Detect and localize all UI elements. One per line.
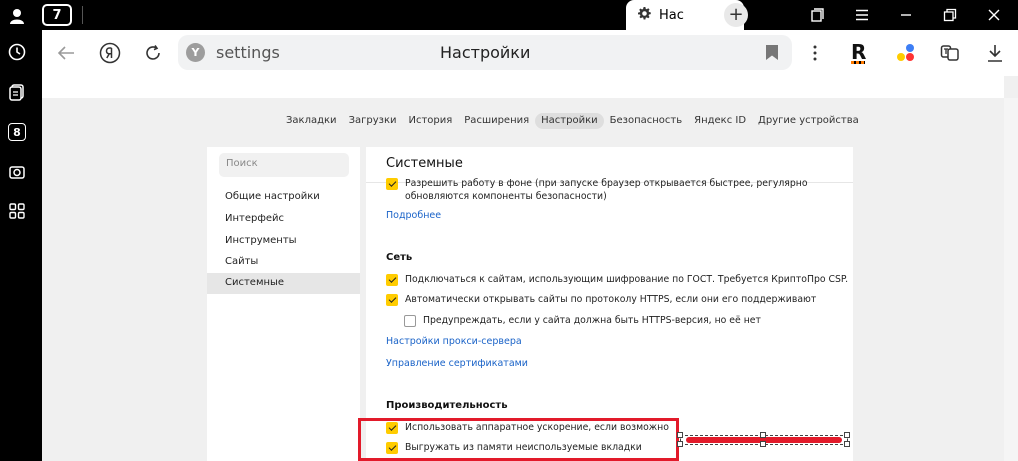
settings-top-nav: Закладки Загрузки История Расширения Нас… bbox=[280, 113, 865, 129]
more-info-link[interactable]: Подробнее bbox=[386, 210, 441, 221]
network-heading: Сеть bbox=[386, 252, 413, 263]
address-url[interactable]: settings bbox=[216, 43, 280, 62]
highlight-box-annotation bbox=[358, 418, 679, 461]
nav-bookmarks[interactable]: Закладки bbox=[280, 113, 343, 129]
tab-title: Нас bbox=[659, 7, 684, 23]
address-page-title: Настройки bbox=[440, 43, 531, 62]
menu-item-interface[interactable]: Интерфейс bbox=[207, 209, 360, 230]
extension-r-icon[interactable]: R bbox=[848, 40, 874, 66]
minimize-icon[interactable] bbox=[886, 0, 926, 30]
performance-heading: Производительность bbox=[386, 400, 508, 411]
menu-item-sites[interactable]: Сайты bbox=[207, 252, 360, 273]
background-run-option[interactable]: Разрешить работу в фоне (при запуске бра… bbox=[386, 178, 826, 203]
browser-sidebar: 8 bbox=[0, 0, 34, 461]
section-heading-system: Системные bbox=[386, 156, 463, 171]
profile-icon[interactable] bbox=[6, 5, 28, 27]
checkbox-https[interactable] bbox=[386, 294, 398, 306]
tab-strip: 7 Нас + bbox=[34, 0, 1018, 30]
settings-menu: Поиск Общие настройки Интерфейс Инструме… bbox=[207, 147, 360, 461]
nav-other-devices[interactable]: Другие устройства bbox=[752, 113, 865, 129]
bookmark-icon[interactable] bbox=[766, 45, 778, 60]
gost-option[interactable]: Подключаться к сайтам, использующим шифр… bbox=[386, 274, 848, 287]
close-icon[interactable] bbox=[974, 0, 1014, 30]
history-clock-icon[interactable] bbox=[6, 41, 28, 63]
new-tab-button[interactable]: + bbox=[724, 3, 748, 27]
page-scrollbar[interactable] bbox=[1004, 98, 1018, 461]
restore-icon[interactable] bbox=[930, 0, 970, 30]
tab-counter[interactable]: 7 bbox=[42, 4, 72, 26]
downloads-icon[interactable] bbox=[982, 40, 1008, 66]
menu-item-tools[interactable]: Инструменты bbox=[207, 231, 360, 252]
annotation-handle[interactable] bbox=[844, 441, 850, 447]
collections-icon[interactable] bbox=[6, 81, 28, 103]
screenshot-camera-icon[interactable] bbox=[6, 161, 28, 183]
annotation-handle[interactable] bbox=[677, 441, 683, 447]
gear-icon bbox=[638, 6, 651, 24]
menu-item-general[interactable]: Общие настройки bbox=[207, 187, 360, 208]
nav-extensions[interactable]: Расширения bbox=[458, 113, 535, 129]
background-run-text: Разрешить работу в фоне (при запуске бра… bbox=[405, 178, 808, 202]
nav-history[interactable]: История bbox=[402, 113, 458, 129]
https-warn-text: Предупреждать, если у сайта должна быть … bbox=[423, 315, 761, 326]
annotation-handle[interactable] bbox=[760, 441, 766, 447]
nav-security[interactable]: Безопасность bbox=[604, 113, 689, 129]
settings-content: Системные Разрешить работу в фоне (при з… bbox=[366, 147, 853, 461]
certificates-link[interactable]: Управление сертификатами bbox=[386, 358, 528, 369]
page-header-strip bbox=[42, 76, 1004, 98]
annotation-handle[interactable] bbox=[677, 432, 683, 438]
https-option[interactable]: Автоматически открывать сайты по протоко… bbox=[386, 294, 816, 307]
nav-settings[interactable]: Настройки bbox=[535, 113, 604, 129]
nav-yandex-id[interactable]: Яндекс ID bbox=[688, 113, 752, 129]
settings-search-input[interactable]: Поиск bbox=[219, 153, 349, 177]
site-yandex-icon: Y bbox=[186, 43, 205, 62]
translate-extension-icon[interactable] bbox=[937, 40, 963, 66]
settings-page: Закладки Загрузки История Расширения Нас… bbox=[42, 76, 1018, 461]
back-arrow-icon[interactable] bbox=[53, 40, 79, 66]
extension-dots-icon[interactable] bbox=[893, 40, 919, 66]
gost-text: Подключаться к сайтам, использующим шифр… bbox=[405, 274, 849, 285]
checkbox-gost[interactable] bbox=[386, 274, 398, 286]
nav-downloads[interactable]: Загрузки bbox=[343, 113, 403, 129]
proxy-settings-link[interactable]: Настройки прокси-сервера bbox=[386, 336, 522, 347]
more-vertical-icon[interactable] bbox=[802, 40, 828, 66]
annotation-handle[interactable] bbox=[760, 432, 766, 438]
browser-toolbar: Y settings Настройки R bbox=[42, 30, 1018, 76]
tab-separator bbox=[82, 6, 83, 24]
reload-icon[interactable] bbox=[140, 40, 166, 66]
apps-grid-icon[interactable] bbox=[6, 200, 28, 222]
address-bar[interactable]: Y settings Настройки bbox=[178, 35, 792, 70]
menu-hamburger-icon[interactable] bbox=[842, 0, 882, 30]
menu-item-system[interactable]: Системные bbox=[207, 273, 360, 294]
checkbox-https-warn[interactable] bbox=[404, 315, 416, 327]
alice-badge-icon[interactable]: 8 bbox=[6, 121, 28, 143]
checkbox-background-run[interactable] bbox=[386, 178, 398, 190]
tab-manager-icon[interactable] bbox=[798, 0, 838, 30]
https-text: Автоматически открывать сайты по протоко… bbox=[405, 294, 817, 305]
yandex-logo-icon[interactable] bbox=[97, 40, 123, 66]
annotation-handle[interactable] bbox=[844, 432, 850, 438]
https-warn-option[interactable]: Предупреждать, если у сайта должна быть … bbox=[404, 315, 761, 328]
